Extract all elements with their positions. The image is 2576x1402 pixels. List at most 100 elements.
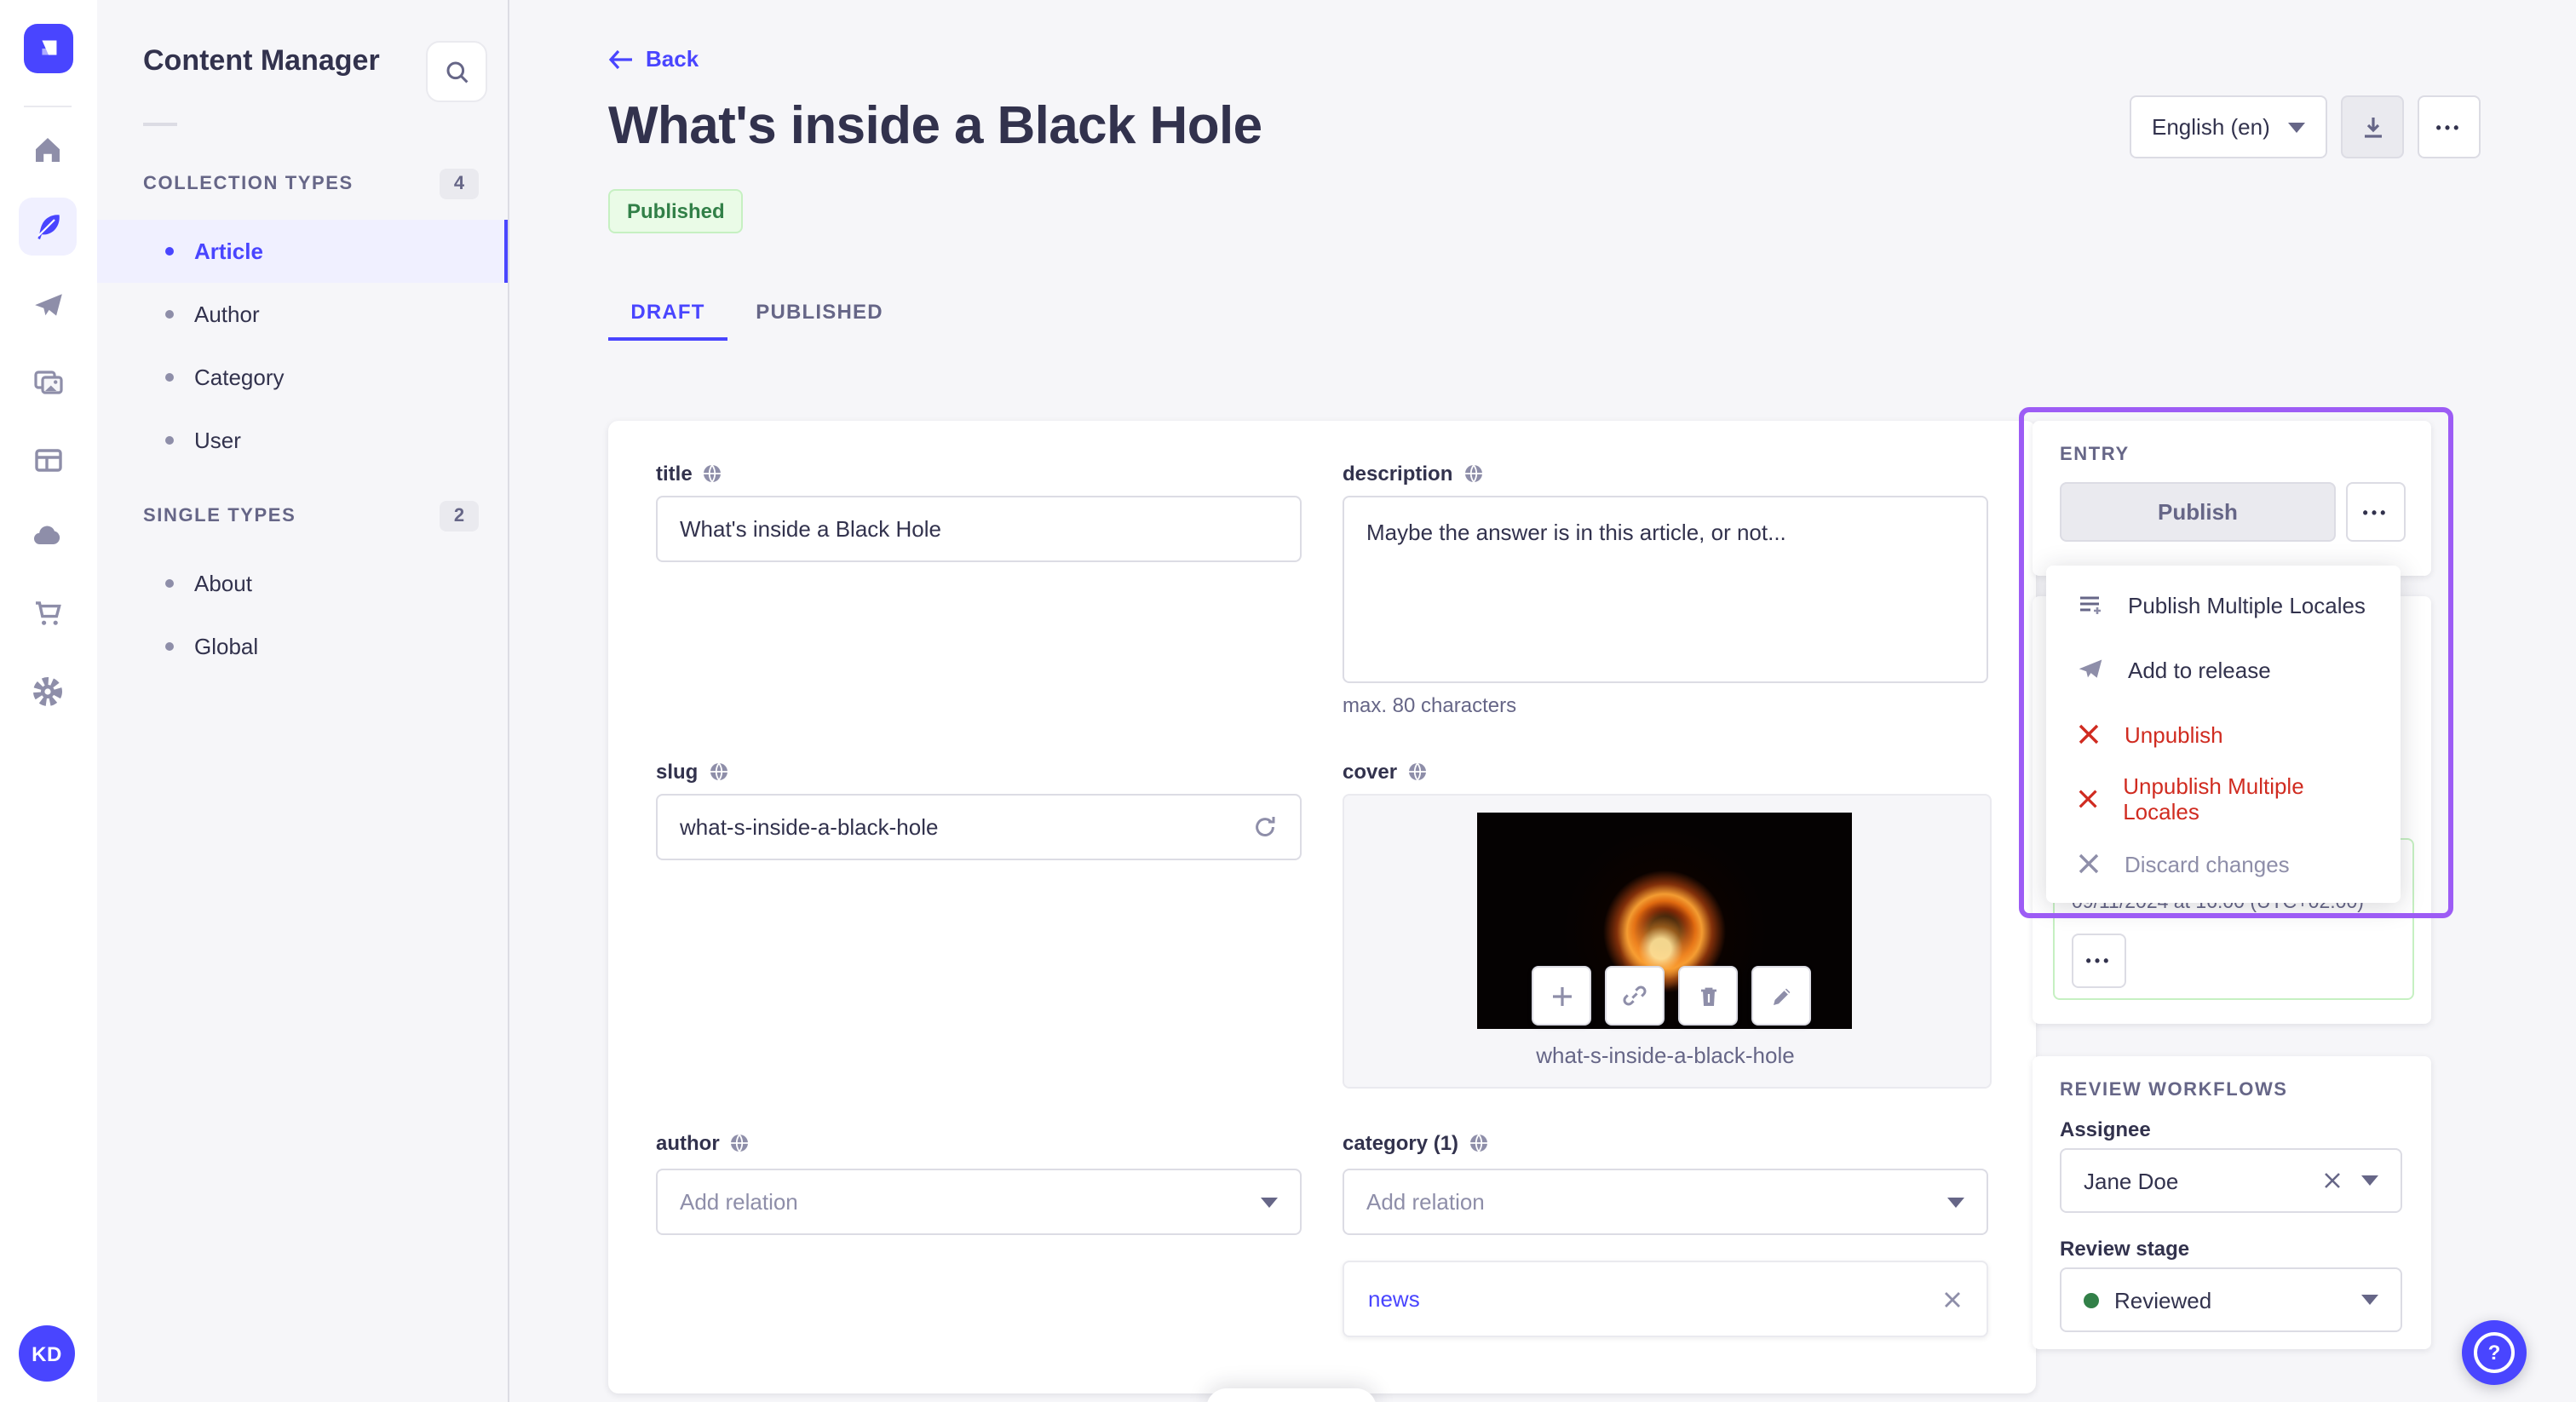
- relation-link[interactable]: news: [1368, 1286, 1420, 1312]
- tab-published[interactable]: PUBLISHED: [755, 286, 884, 337]
- category-relation-select[interactable]: Add relation: [1343, 1169, 1988, 1235]
- chevron-down-icon: [1261, 1197, 1278, 1207]
- rail-item-releases[interactable]: [19, 276, 77, 334]
- cross-icon: [2079, 790, 2097, 808]
- help-button[interactable]: ?: [2462, 1320, 2527, 1385]
- label-text: cover: [1343, 760, 1398, 784]
- chevron-down-icon: [2361, 1175, 2378, 1186]
- rail-item-home[interactable]: [19, 121, 77, 179]
- download-button[interactable]: [2341, 95, 2404, 158]
- rail-item-marketplace[interactable]: [19, 584, 77, 642]
- sidebar-item-user[interactable]: User: [97, 409, 508, 472]
- entry-more-button[interactable]: •••: [2346, 482, 2406, 542]
- sidebar-item-author[interactable]: Author: [97, 283, 508, 346]
- question-mark-icon: ?: [2474, 1332, 2515, 1373]
- feather-icon: [37, 215, 60, 239]
- arrow-left-icon: [608, 49, 632, 69]
- paper-plane-icon: [2079, 659, 2102, 678]
- sidebar-item-label: Global: [194, 634, 259, 659]
- bottom-toolbar-peek[interactable]: [1206, 1388, 1377, 1402]
- paper-plane-icon: [34, 293, 61, 315]
- gear-icon: [33, 677, 62, 706]
- description-value: Maybe the answer is in this article, or …: [1366, 520, 1786, 545]
- search-icon: [446, 60, 468, 83]
- sidebar-divider: [143, 123, 177, 126]
- list-plus-icon: [2080, 596, 2101, 614]
- label-text: description: [1343, 462, 1453, 486]
- cover-delete-button[interactable]: [1678, 966, 1738, 1026]
- menu-item-label: Unpublish Multiple Locales: [2123, 773, 2304, 825]
- label-text: author: [656, 1131, 720, 1155]
- sidebar-item-global[interactable]: Global: [97, 615, 508, 678]
- plus-icon: [1552, 986, 1571, 1005]
- description-textarea[interactable]: Maybe the answer is in this article, or …: [1343, 496, 1988, 683]
- bullet-dot: [165, 642, 174, 651]
- ellipsis-icon: •••: [2085, 952, 2113, 969]
- rail-item-media-library[interactable]: [19, 353, 77, 411]
- search-button[interactable]: [426, 41, 487, 102]
- remove-relation-icon[interactable]: [1942, 1289, 1963, 1309]
- assignee-select[interactable]: Jane Doe: [2060, 1148, 2402, 1213]
- bullet-dot: [165, 579, 174, 588]
- menu-item-label: Add to release: [2128, 657, 2271, 682]
- sidebar-item-label: Category: [194, 365, 285, 390]
- menu-item-unpublish-multiple-locales[interactable]: Unpublish Multiple Locales: [2046, 767, 2401, 831]
- regenerate-icon[interactable]: [1252, 814, 1278, 840]
- menu-item-discard-changes[interactable]: Discard changes: [2046, 831, 2401, 896]
- user-avatar[interactable]: KD: [19, 1325, 75, 1382]
- bullet-dot: [165, 310, 174, 319]
- publish-button[interactable]: Publish: [2060, 482, 2336, 542]
- bullet-dot: [165, 247, 174, 256]
- collection-types-count-badge: 4: [440, 169, 479, 199]
- author-relation-select[interactable]: Add relation: [656, 1169, 1302, 1235]
- field-label-description: description: [1343, 462, 1483, 486]
- menu-item-add-to-release[interactable]: Add to release: [2046, 637, 2401, 702]
- tab-draft[interactable]: DRAFT: [608, 286, 727, 341]
- sidebar-item-label: Author: [194, 302, 260, 327]
- page-title: What's inside a Black Hole: [608, 95, 1262, 155]
- rail-item-settings[interactable]: [19, 663, 77, 721]
- sidebar-item-about[interactable]: About: [97, 552, 508, 615]
- field-label-cover: cover: [1343, 760, 1428, 784]
- cover-copy-link-button[interactable]: [1605, 966, 1665, 1026]
- globe-icon: [704, 464, 722, 483]
- back-link[interactable]: Back: [608, 46, 699, 72]
- link-icon: [1623, 985, 1647, 1006]
- entry-actions-menu: Publish Multiple Locales Add to release …: [2046, 566, 2401, 903]
- title-input[interactable]: What's inside a Black Hole: [656, 496, 1302, 562]
- media-images-icon: [33, 370, 62, 394]
- label-text: title: [656, 462, 693, 486]
- status-badge: Published: [608, 189, 744, 233]
- cross-icon: [2079, 724, 2099, 744]
- strapi-logo[interactable]: [24, 24, 73, 73]
- sidebar-item-category[interactable]: Category: [97, 346, 508, 409]
- header-more-button[interactable]: •••: [2418, 95, 2481, 158]
- back-label: Back: [646, 46, 699, 72]
- locale-value: English (en): [2152, 114, 2270, 140]
- menu-item-unpublish[interactable]: Unpublish: [2046, 702, 2401, 767]
- category-placeholder: Add relation: [1366, 1189, 1485, 1215]
- slug-input[interactable]: what-s-inside-a-black-hole: [656, 794, 1302, 860]
- chevron-down-icon: [2288, 122, 2305, 132]
- locale-select[interactable]: English (en): [2130, 95, 2327, 158]
- section-single-types: SINGLE TYPES: [143, 506, 296, 526]
- clear-assignee-icon[interactable]: [2322, 1170, 2343, 1191]
- cover-edit-button[interactable]: [1751, 966, 1811, 1026]
- rail-item-deploy[interactable]: [19, 508, 77, 566]
- review-stage-select[interactable]: Reviewed: [2060, 1267, 2402, 1332]
- menu-item-label: Discard changes: [2125, 851, 2290, 876]
- section-collection-types: COLLECTION TYPES: [143, 174, 354, 194]
- globe-icon: [1470, 1134, 1488, 1152]
- menu-item-publish-multiple-locales[interactable]: Publish Multiple Locales: [2046, 572, 2401, 637]
- release-more-button[interactable]: •••: [2072, 934, 2126, 988]
- assignee-controls: [2322, 1170, 2378, 1191]
- label-text: category (1): [1343, 1131, 1459, 1155]
- cross-icon: [2079, 853, 2099, 874]
- cover-add-button[interactable]: [1532, 966, 1591, 1026]
- category-relation-item[interactable]: news: [1343, 1261, 1988, 1337]
- sidebar-item-article[interactable]: Article: [97, 220, 508, 283]
- rail-item-content-type-builder[interactable]: [19, 431, 77, 489]
- author-placeholder: Add relation: [680, 1189, 798, 1215]
- rail-item-content-manager[interactable]: [19, 198, 77, 256]
- stage-value-wrap: Reviewed: [2084, 1287, 2211, 1313]
